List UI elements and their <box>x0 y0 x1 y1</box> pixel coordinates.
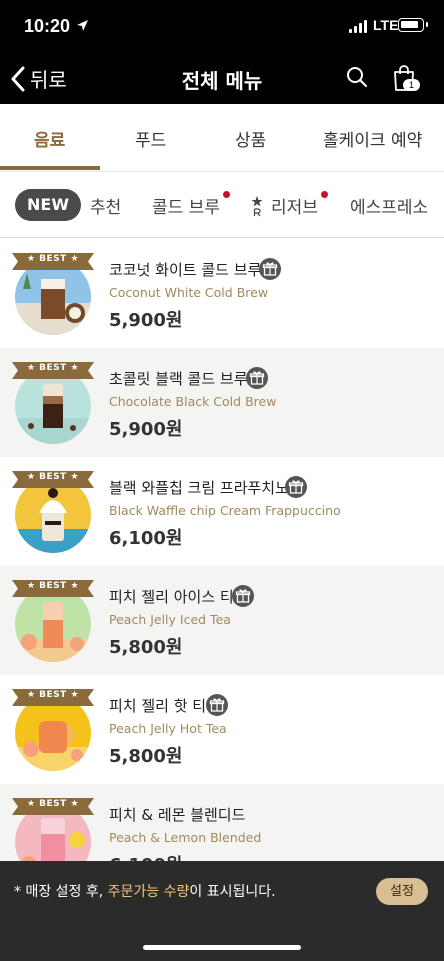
coconut-white-cold-brew-image <box>15 259 91 335</box>
back-button[interactable]: 뒤로 <box>10 64 67 93</box>
item-price: 5,800원 <box>109 746 183 767</box>
menu-item-peach-jelly-iced-tea[interactable]: ★ BEST ★ 피치 젤리 아이스 티 Peach Jelly Iced Te… <box>0 566 444 675</box>
item-english-name: Black Waffle chip Cream Frappuccino <box>109 503 341 518</box>
gift-icon[interactable] <box>246 367 268 389</box>
best-badge: ★ BEST ★ <box>26 690 80 700</box>
black-waffle-chip-cream-frappuccino-image <box>15 477 91 553</box>
notice-prefix: * 매장 설정 후, <box>14 884 108 900</box>
category-tabs: 음료 푸드 상품 홀케이크 예약 <box>0 104 444 172</box>
best-label: BEST <box>39 472 67 482</box>
item-english-name: Peach Jelly Iced Tea <box>109 612 231 627</box>
location-arrow-icon <box>77 20 88 31</box>
signal-icon <box>349 20 369 33</box>
reserve-new-dot <box>321 191 328 198</box>
subtab-cold-brew[interactable]: 콜드 브루 <box>152 193 220 218</box>
status-time: 10:20 <box>24 16 71 36</box>
item-name: 블랙 와플칩 크림 프라푸치노 <box>109 479 289 497</box>
store-setting-banner: * 매장 설정 후, 주문가능 수량이 표시됩니다. 설정 <box>0 861 444 961</box>
battery-icon <box>398 18 428 32</box>
item-english-name: Coconut White Cold Brew <box>109 285 269 300</box>
store-notice: * 매장 설정 후, 주문가능 수량이 표시됩니다. <box>14 881 276 901</box>
best-badge: ★ BEST ★ <box>26 581 80 591</box>
item-english-name: Peach Jelly Hot Tea <box>109 721 227 736</box>
gift-icon[interactable] <box>285 476 307 498</box>
menu-list: ★ BEST ★ 코코넛 화이트 콜드 브루 Coconut White Col… <box>0 239 444 861</box>
item-english-name: Peach & Lemon Blended <box>109 830 262 845</box>
item-price: 5,900원 <box>109 310 183 331</box>
menu-item-peach-lemon-blended[interactable]: ★ BEST ★ 피치 & 레몬 블렌디드 Peach & Lemon Blen… <box>0 784 444 861</box>
best-label: BEST <box>39 581 67 591</box>
gift-icon[interactable] <box>259 258 281 280</box>
notice-highlight: 주문가능 수량 <box>107 884 190 900</box>
menu-item-coconut-white-cold-brew[interactable]: ★ BEST ★ 코코넛 화이트 콜드 브루 Coconut White Col… <box>0 239 444 348</box>
item-english-name: Chocolate Black Cold Brew <box>109 394 277 409</box>
subtab-recommended[interactable]: 추천 <box>90 193 121 218</box>
best-badge: ★ BEST ★ <box>26 254 80 264</box>
best-badge: ★ BEST ★ <box>26 363 80 373</box>
tab-goods[interactable]: 상품 <box>235 126 266 151</box>
item-name: 코코넛 화이트 콜드 브루 <box>109 261 262 279</box>
peach-jelly-iced-tea-image <box>15 586 91 662</box>
menu-item-black-waffle-chip-cream-frappuccino[interactable]: ★ BEST ★ 블랙 와플칩 크림 프라푸치노 Black Waffle ch… <box>0 457 444 566</box>
item-name: 피치 젤리 핫 티 <box>109 697 207 715</box>
menu-item-chocolate-black-cold-brew[interactable]: ★ BEST ★ 초콜릿 블랙 콜드 브루 Chocolate Black Co… <box>0 348 444 457</box>
nav-bar: 뒤로 전체 메뉴 1 <box>0 52 444 104</box>
gift-icon[interactable] <box>232 585 254 607</box>
home-indicator <box>143 945 301 950</box>
back-chevron-icon <box>11 66 25 91</box>
subtab-espresso[interactable]: 에스프레소 <box>350 193 428 218</box>
reserve-star-icon <box>251 196 263 217</box>
item-price: 6,100원 <box>109 851 183 861</box>
menu-item-peach-jelly-hot-tea[interactable]: ★ BEST ★ 피치 젤리 핫 티 Peach Jelly Hot Tea 5… <box>0 675 444 784</box>
subcategory-tabs: NEW 추천 콜드 브루 리저브 에스프레소 <box>0 172 444 238</box>
search-icon[interactable] <box>346 66 368 88</box>
item-name: 피치 젤리 아이스 티 <box>109 588 234 606</box>
best-badge: ★ BEST ★ <box>26 799 80 809</box>
best-label: BEST <box>39 254 67 264</box>
status-bar: 10:20 LTE <box>0 0 444 52</box>
best-label: BEST <box>39 363 67 373</box>
item-name: 초콜릿 블랙 콜드 브루 <box>109 370 248 388</box>
tab-food[interactable]: 푸드 <box>135 126 166 151</box>
best-label: BEST <box>39 690 67 700</box>
cart-button[interactable]: 1 <box>392 64 420 96</box>
back-label: 뒤로 <box>30 68 67 92</box>
item-price: 5,900원 <box>109 419 183 440</box>
tab-beverage[interactable]: 음료 <box>34 126 65 151</box>
network-label: LTE <box>373 17 399 33</box>
item-price: 6,100원 <box>109 528 183 549</box>
cart-count-badge: 1 <box>403 79 420 91</box>
best-badge: ★ BEST ★ <box>26 472 80 482</box>
subtab-reserve[interactable]: 리저브 <box>271 193 318 218</box>
best-label: BEST <box>39 799 67 809</box>
chocolate-black-cold-brew-image <box>15 368 91 444</box>
notice-suffix: 이 표시됩니다. <box>189 884 276 900</box>
subtab-new[interactable]: NEW <box>15 189 81 221</box>
active-tab-indicator <box>0 166 100 170</box>
settings-button[interactable]: 설정 <box>376 878 428 905</box>
cold-brew-new-dot <box>223 191 230 198</box>
item-price: 5,800원 <box>109 637 183 658</box>
peach-jelly-hot-tea-image <box>15 695 91 771</box>
tab-whole-cake-reservation[interactable]: 홀케이크 예약 <box>323 126 422 151</box>
gift-icon[interactable] <box>206 694 228 716</box>
item-name: 피치 & 레몬 블렌디드 <box>109 806 246 824</box>
